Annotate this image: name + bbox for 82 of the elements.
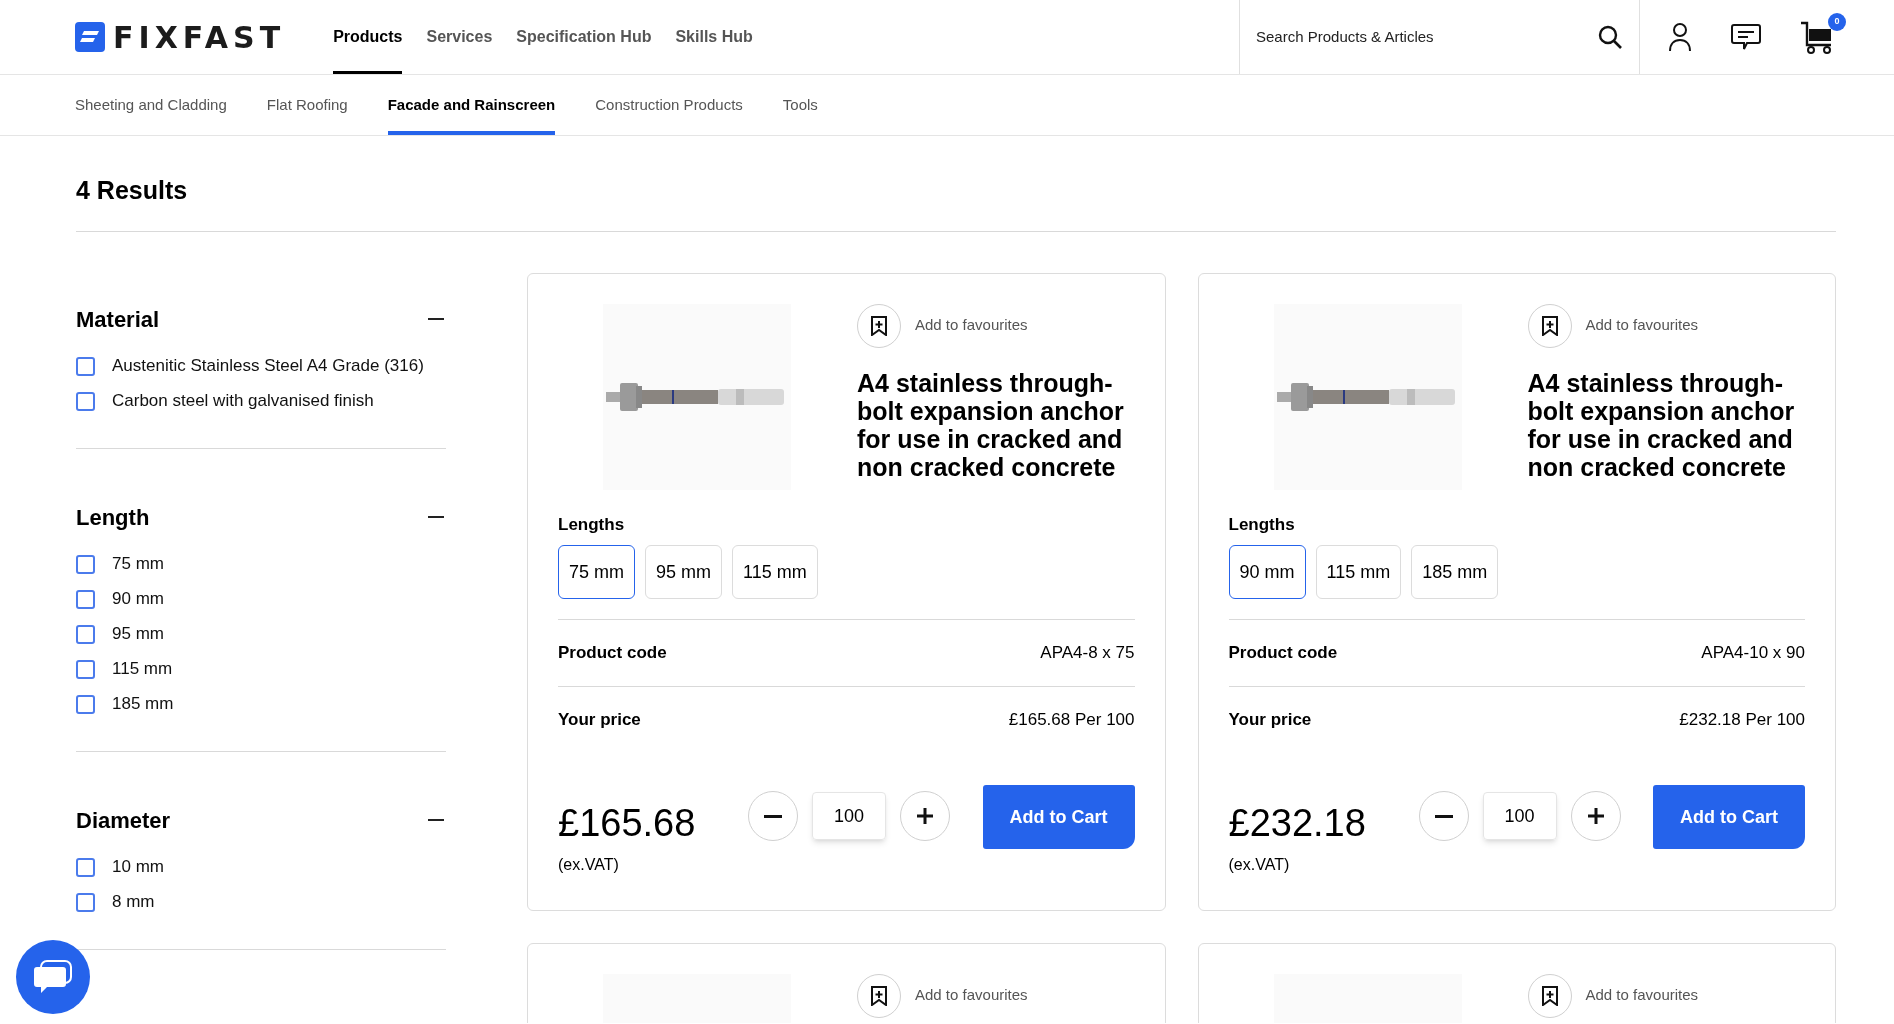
checkbox[interactable] bbox=[76, 554, 95, 574]
length-option[interactable]: 95 mm bbox=[645, 545, 723, 599]
favourite-label[interactable]: Add to favourites bbox=[915, 984, 1028, 1007]
product-title[interactable]: A4 stainless through-bolt expansion anchor for use in cracked and non cracked concrete bbox=[857, 368, 1135, 481]
filter-option-label: Carbon steel with galvanised finish bbox=[112, 390, 374, 413]
bookmark-plus-icon bbox=[870, 315, 888, 336]
logo-wordmark[interactable]: FIXFAST bbox=[113, 14, 286, 60]
add-to-cart-button[interactable]: Add to Cart bbox=[1653, 785, 1805, 849]
user-icon[interactable] bbox=[1668, 22, 1692, 52]
minus-icon[interactable] bbox=[428, 818, 444, 822]
product-code: APA4-10 x 90 bbox=[1701, 642, 1805, 665]
minus-icon[interactable] bbox=[428, 515, 444, 519]
category-tab[interactable]: Tools bbox=[782, 75, 818, 135]
search-icon[interactable] bbox=[1597, 24, 1623, 50]
nav-link[interactable]: Specification Hub bbox=[516, 0, 652, 74]
category-tab[interactable]: Facade and Rainscreen bbox=[387, 75, 556, 135]
checkbox[interactable] bbox=[76, 391, 95, 411]
quantity-field[interactable]: 100 bbox=[1482, 792, 1557, 840]
minus-icon[interactable] bbox=[428, 317, 444, 321]
filter-heading: Material bbox=[76, 305, 160, 334]
lengths-label: Lengths bbox=[1228, 513, 1296, 536]
length-option[interactable]: 115 mm bbox=[1315, 545, 1402, 599]
vat-note: (ex.VAT) bbox=[1228, 855, 1291, 875]
total-price: £165.68 bbox=[558, 801, 697, 845]
bookmark-plus-icon bbox=[870, 985, 888, 1006]
filter-option-label: Austenitic Stainless Steel A4 Grade (316) bbox=[112, 355, 424, 378]
length-option[interactable]: 115 mm bbox=[732, 545, 818, 599]
add-to-cart-button[interactable]: Add to Cart bbox=[982, 785, 1135, 849]
length-option[interactable]: 90 mm bbox=[1228, 545, 1306, 599]
filter-option-label: 185 mm bbox=[112, 693, 174, 716]
lengths-label: Lengths bbox=[558, 513, 626, 536]
checkbox[interactable] bbox=[76, 857, 95, 877]
length-option[interactable]: 185 mm bbox=[1411, 545, 1499, 599]
filter-option-label: 115 mm bbox=[112, 658, 173, 681]
minus-icon bbox=[764, 814, 782, 818]
nav-link[interactable]: Skills Hub bbox=[675, 0, 753, 74]
price-label: Your price bbox=[1228, 709, 1312, 732]
product-code: APA4-8 x 75 bbox=[1040, 642, 1135, 665]
decrease-button[interactable] bbox=[748, 791, 798, 841]
checkbox[interactable] bbox=[76, 589, 95, 609]
checkbox[interactable] bbox=[76, 892, 95, 912]
total-price: £232.18 bbox=[1228, 801, 1367, 845]
price-label: Your price bbox=[558, 709, 641, 732]
nav-link[interactable]: Products bbox=[333, 0, 403, 74]
increase-button[interactable] bbox=[900, 791, 950, 841]
filter-heading: Length bbox=[76, 503, 150, 532]
unit-price: £165.68 Per 100 bbox=[1008, 709, 1135, 732]
quantity-field[interactable]: 100 bbox=[812, 792, 886, 840]
nav-link[interactable]: Services bbox=[426, 0, 493, 74]
chat-bubbles-icon bbox=[33, 959, 73, 995]
minus-icon bbox=[1434, 814, 1453, 818]
checkbox[interactable] bbox=[76, 694, 95, 714]
filter-option-label: 95 mm bbox=[112, 623, 164, 646]
unit-price: £232.18 Per 100 bbox=[1679, 709, 1805, 732]
length-option[interactable]: 75 mm bbox=[558, 545, 635, 599]
bookmark-plus-icon bbox=[1540, 315, 1559, 336]
product-code-label: Product code bbox=[1228, 642, 1338, 665]
filter-option-label: 8 mm bbox=[112, 891, 155, 914]
bookmark-plus-icon bbox=[1540, 985, 1559, 1006]
category-tab[interactable]: Flat Roofing bbox=[266, 75, 348, 135]
product-code-label: Product code bbox=[558, 642, 667, 665]
results-heading: 4 Results bbox=[76, 136, 1836, 232]
chat-icon[interactable] bbox=[1730, 23, 1762, 51]
search-field[interactable]: Search Products & Articles bbox=[1256, 25, 1597, 49]
checkbox[interactable] bbox=[76, 624, 95, 644]
filter-option-label: 75 mm bbox=[112, 553, 164, 576]
favourite-label[interactable]: Add to favourites bbox=[1585, 984, 1699, 1007]
favourite-label[interactable]: Add to favourites bbox=[915, 314, 1028, 337]
filter-option-label: 90 mm bbox=[112, 588, 164, 611]
logo-icon bbox=[75, 22, 105, 52]
cart-count-badge: 0 bbox=[1828, 13, 1846, 31]
category-tab[interactable]: Sheeting and Cladding bbox=[75, 75, 227, 135]
filter-heading: Diameter bbox=[76, 806, 171, 835]
plus-icon bbox=[917, 808, 933, 824]
product-title[interactable]: A4 stainless through-bolt expansion anchor for use in cracked and non cracked concrete bbox=[1527, 368, 1805, 481]
category-tab[interactable]: Construction Products bbox=[595, 75, 743, 135]
checkbox[interactable] bbox=[76, 356, 95, 376]
checkbox[interactable] bbox=[76, 659, 95, 679]
filter-option-label: 10 mm bbox=[112, 856, 164, 879]
favourite-label[interactable]: Add to favourites bbox=[1585, 314, 1699, 337]
plus-icon bbox=[1587, 808, 1604, 824]
vat-note: (ex.VAT) bbox=[558, 855, 620, 875]
